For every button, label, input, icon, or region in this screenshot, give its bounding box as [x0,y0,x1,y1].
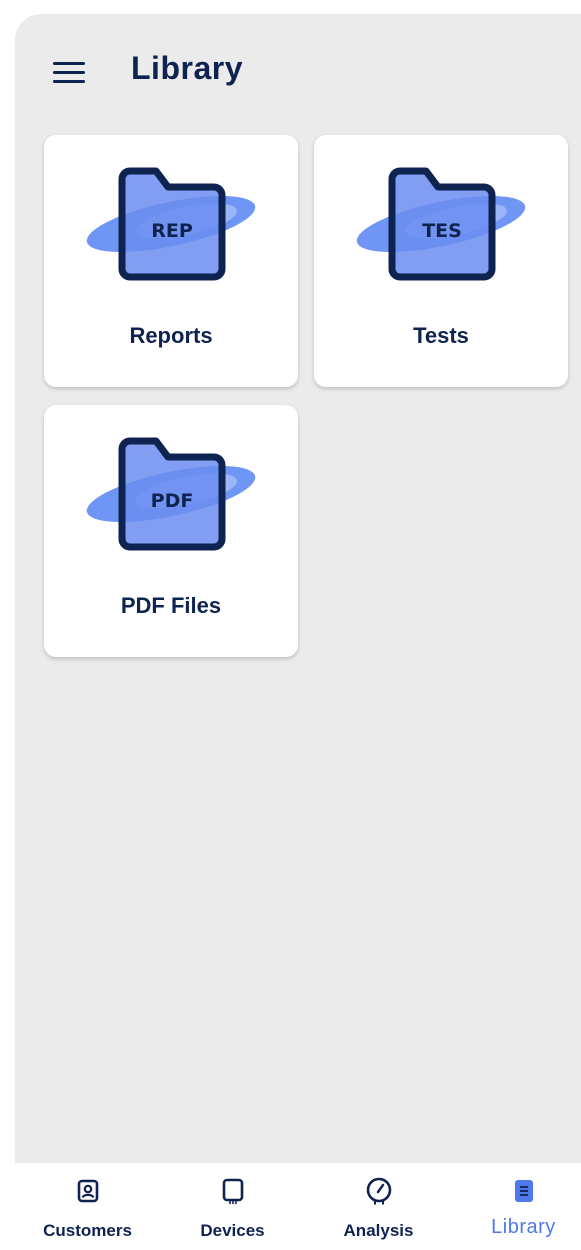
folder-icon: TES [356,167,526,281]
folder-badge: REP [151,220,193,242]
bottom-navigation: Customers Devices Analysis Library [0,1163,581,1250]
folder-label: Reports [129,323,213,348]
nav-item-library[interactable]: Library [451,1163,581,1250]
app-header: Library [15,14,581,124]
library-book-icon [514,1180,533,1202]
gauge-icon [366,1177,391,1205]
nav-item-customers[interactable]: Customers [15,1163,160,1250]
nav-label: Library [491,1216,556,1238]
folder-label: PDF Files [120,593,222,618]
folder-card-pdf-files[interactable]: PDF PDF Files [44,405,298,657]
folder-badge: PDF [151,490,194,512]
nav-label: Analysis [343,1221,414,1240]
contact-card-icon [77,1179,98,1203]
nav-item-analysis[interactable]: Analysis [306,1163,451,1250]
device-icon [222,1178,243,1204]
folder-icon: PDF [86,437,256,551]
nav-label: Devices [200,1221,265,1240]
page-title: Library [131,50,243,86]
folder-card-reports[interactable]: REP Reports [44,135,298,387]
hamburger-menu-icon[interactable] [51,54,87,90]
folder-label: Tests [413,323,469,348]
library-screen: Library REP Reports TES Tests PDF PDF Fi… [15,14,581,1163]
folder-badge: TES [422,220,462,242]
nav-label: Customers [43,1221,132,1240]
folder-icon: REP [86,167,256,281]
folder-card-tests[interactable]: TES Tests [314,135,568,387]
nav-item-devices[interactable]: Devices [160,1163,305,1250]
